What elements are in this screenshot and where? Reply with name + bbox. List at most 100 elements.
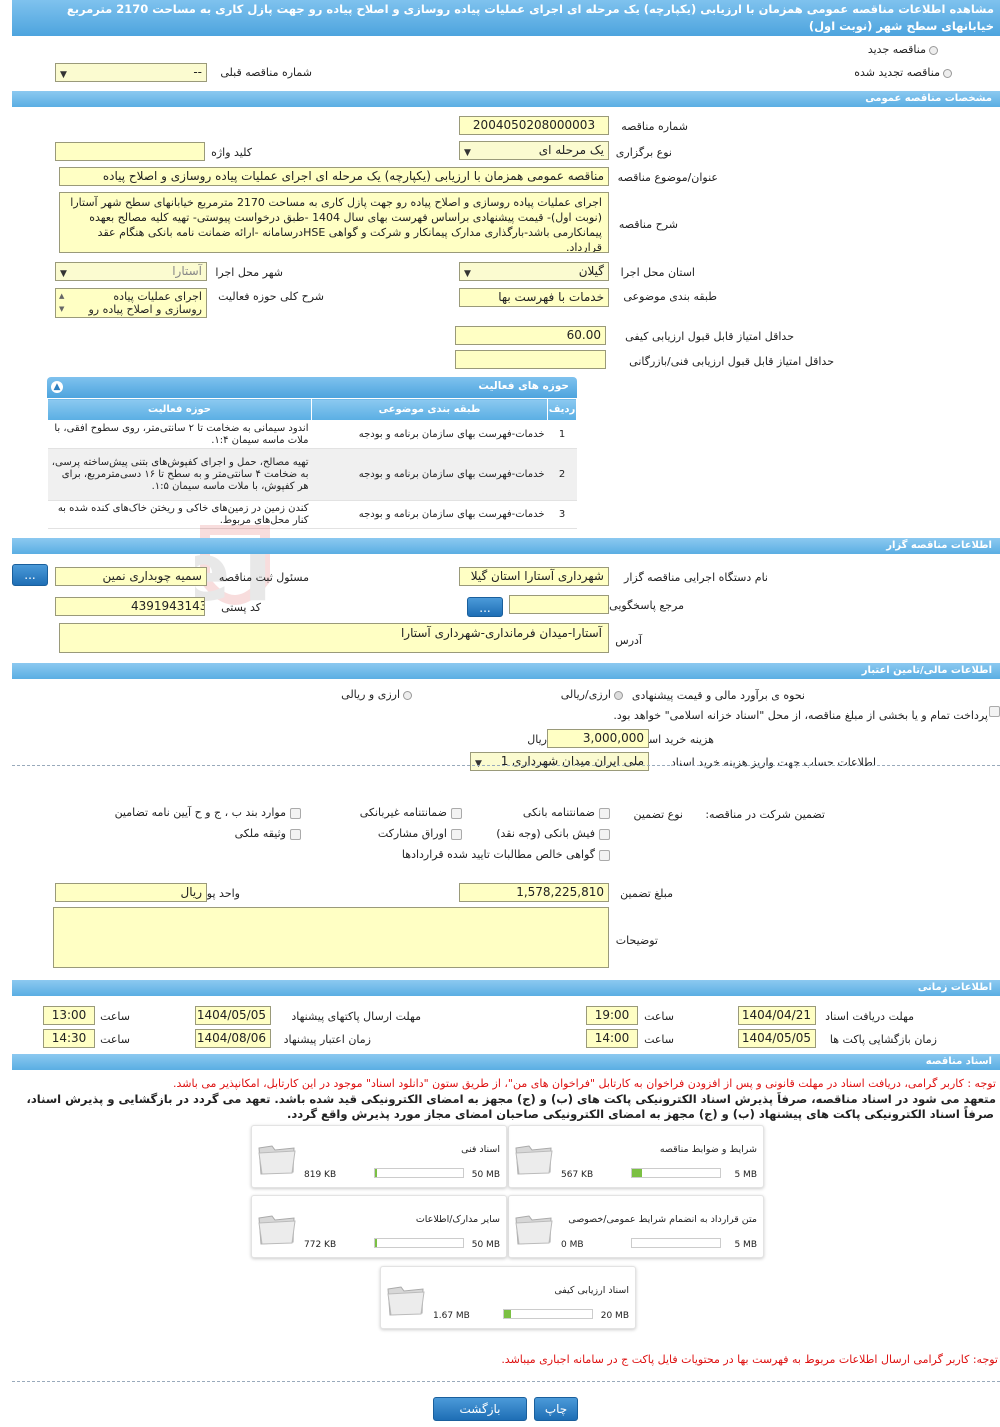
- file-card[interactable]: متن قرارداد به انضمام شرایط عمومی/خصوصی …: [508, 1195, 764, 1258]
- amount-field: 1,578,225,810: [459, 883, 609, 902]
- checkbox-icon: [599, 849, 610, 861]
- bank-guarantee-checkbox[interactable]: ضمانتنامه بانکی: [523, 806, 610, 819]
- clauses-checkbox[interactable]: موارد بند ب ، ج و ح آیین نامه تضامین: [115, 806, 301, 819]
- checkbox-icon: [290, 828, 301, 840]
- estimate-opt1[interactable]: ارزی/ریالی: [561, 688, 623, 701]
- divider: [12, 1381, 1000, 1382]
- col-scope: حوزه فعالیت: [47, 398, 312, 421]
- folder-icon: [515, 1145, 553, 1175]
- currency-field: ریال: [55, 883, 207, 902]
- official-lookup-button[interactable]: ...: [12, 564, 48, 586]
- bank-receipt-label: فیش بانکی (وجه نقد): [496, 827, 595, 840]
- file-max-size: 5 MB: [734, 1170, 757, 1180]
- type-select[interactable]: یک مرحله ای ▼: [459, 141, 609, 160]
- treasury-text: پرداخت تمام و یا بخشی از مبلغ مناقصه، از…: [613, 709, 988, 722]
- claims-checkbox[interactable]: گواهی خالص مطالبات تایید شده قراردادها: [402, 848, 610, 861]
- scroll-up-icon[interactable]: ▲: [59, 290, 64, 303]
- file-card[interactable]: سایر مدارک/اطلاعات 772 KB 50 MB: [251, 1195, 507, 1258]
- file-max-size: 20 MB: [600, 1311, 629, 1321]
- validity-date: 1404/08/06: [195, 1029, 271, 1048]
- min-tech-field: [455, 350, 606, 369]
- activities-panel-header: حوزه های فعالیت ▲: [47, 377, 577, 398]
- checkbox-icon: [451, 807, 462, 819]
- radio-icon: [929, 45, 938, 55]
- city-label: شهر محل اجرا: [215, 266, 283, 279]
- notes-field: [53, 907, 609, 968]
- notes-label: توضیحات: [615, 934, 658, 947]
- time-label: ساعت: [644, 1010, 674, 1023]
- cell-category: خدمات-فهرست بهای سازمان برنامه و بودجه: [311, 420, 548, 449]
- province-select[interactable]: گیلان ▼: [459, 262, 609, 281]
- ref-label: مرجع پاسخگویی: [609, 599, 684, 612]
- file-card[interactable]: اسناد ارزیابی کیفی 1.67 MB 20 MB: [380, 1266, 636, 1329]
- file-max-size: 50 MB: [471, 1240, 500, 1250]
- city-select[interactable]: آستارا ▼: [55, 262, 207, 281]
- renewed-tender-radio[interactable]: مناقصه تجدید شده: [854, 66, 952, 79]
- file-size: 819 KB: [304, 1170, 337, 1180]
- treasury-checkbox[interactable]: [989, 706, 1000, 717]
- scope-value: اجرای عملیات پیاده روسازی و اصلاح پیاده …: [88, 290, 203, 316]
- account-select[interactable]: ملی ایران میدان شهرداری 1 ▼: [470, 752, 649, 771]
- property-label: وثیقه ملکی: [234, 827, 286, 840]
- folder-icon: [258, 1215, 296, 1245]
- category-label: طبقه بندی موضوعی: [623, 290, 717, 303]
- subject-label: عنوان/موضوع مناقصه: [617, 171, 718, 184]
- file-progress: [374, 1168, 464, 1178]
- new-tender-radio[interactable]: مناقصه جدید: [868, 43, 938, 56]
- bank-receipt-checkbox[interactable]: فیش بانکی (وجه نقد): [496, 827, 610, 840]
- folder-icon: [515, 1215, 553, 1245]
- min-tech-label: حداقل امتیاز قابل قبول ارزیابی فنی/بازرگ…: [629, 355, 834, 368]
- new-tender-label: مناقصه جدید: [867, 43, 926, 56]
- scroll-down-icon[interactable]: ▼: [59, 303, 64, 316]
- file-card[interactable]: اسناد فنی 819 KB 50 MB: [251, 1125, 507, 1188]
- validity-label: زمان اعتبار پیشنهاد: [283, 1033, 371, 1046]
- nonbank-guarantee-checkbox[interactable]: ضمانتنامه غیربانکی: [360, 806, 462, 819]
- file-name: سایر مدارک/اطلاعات: [415, 1214, 500, 1225]
- checkbox-icon: [451, 828, 462, 840]
- chevron-down-icon: ▼: [60, 70, 67, 80]
- collapse-icon[interactable]: ▲: [51, 381, 63, 393]
- page-title: مشاهده اطلاعات مناقصه عمومی همزمان با ار…: [12, 0, 1000, 36]
- postal-field: 4391943143: [55, 597, 205, 616]
- cell-category: خدمات-فهرست بهای سازمان برنامه و بودجه: [311, 448, 548, 501]
- cell-scope: تهیه مصالح، حمل و اجرای کفپوش‌های بتنی پ…: [47, 448, 312, 501]
- number-label: شماره مناقصه: [621, 120, 688, 133]
- time-label: ساعت: [100, 1033, 130, 1046]
- min-quality-field: 60.00: [455, 326, 606, 345]
- participation-label: اوراق مشارکت: [377, 827, 447, 840]
- scope-field: اجرای عملیات پیاده روسازی و اصلاح پیاده …: [55, 288, 207, 318]
- finance-header: اطلاعات مالی/تامین اعتبار: [12, 663, 1000, 679]
- doc-fee-field: 3,000,000: [547, 729, 649, 748]
- prev-number-label: شماره مناقصه قبلی: [220, 66, 312, 79]
- file-size: 0 MB: [561, 1240, 584, 1250]
- divider: [12, 765, 1000, 766]
- opening-label: زمان بازگشایی پاکت ها: [829, 1033, 937, 1046]
- participation-checkbox[interactable]: اوراق مشارکت: [378, 827, 462, 840]
- province-label: استان محل اجرا: [620, 266, 695, 279]
- send-deadline-date: 1404/05/05: [195, 1006, 271, 1025]
- property-checkbox[interactable]: وثیقه ملکی: [235, 827, 301, 840]
- estimate-opt2[interactable]: ارزی و ریالی: [341, 688, 412, 701]
- prev-number-select[interactable]: -- ▼: [55, 63, 207, 82]
- print-button[interactable]: چاپ: [534, 1397, 578, 1421]
- official-label: مسئول ثبت مناقصه: [218, 571, 309, 584]
- folder-icon: [258, 1145, 296, 1175]
- back-button[interactable]: بازگشت: [433, 1397, 527, 1421]
- send-deadline-label: مهلت ارسال پاکتهای پیشنهاد: [291, 1010, 421, 1023]
- file-name: اسناد فنی: [461, 1144, 500, 1155]
- file-name: شرایط و ضوابط مناقصه: [659, 1144, 757, 1155]
- ref-lookup-button[interactable]: ...: [467, 597, 503, 617]
- org-label: نام دستگاه اجرایی مناقصه گزار: [624, 571, 768, 584]
- ref-field: [509, 595, 609, 614]
- estimate-opt1-label: ارزی/ریالی: [560, 688, 611, 701]
- cell-row: 2: [547, 448, 577, 501]
- desc-field: اجرای عملیات پیاده روسازی و اصلاح پیاده …: [59, 192, 609, 253]
- price-list-note: توجه: کاربر گرامی ارسال اطلاعات مربوط به…: [501, 1353, 998, 1366]
- table-row: 1 خدمات-فهرست بهای سازمان برنامه و بودجه…: [47, 420, 577, 449]
- file-card[interactable]: شرایط و ضوابط مناقصه 567 KB 5 MB: [508, 1125, 764, 1188]
- opening-time: 14:00: [586, 1029, 638, 1048]
- table-row: 2 خدمات-فهرست بهای سازمان برنامه و بودجه…: [47, 448, 577, 501]
- postal-label: کد پستی: [221, 601, 261, 614]
- cell-scope: اندود سیمانی به ضخامت تا ۲ سانتی‌متر، رو…: [47, 420, 312, 449]
- min-quality-label: حداقل امتیاز قابل قبول ارزیابی کیفی: [625, 330, 794, 343]
